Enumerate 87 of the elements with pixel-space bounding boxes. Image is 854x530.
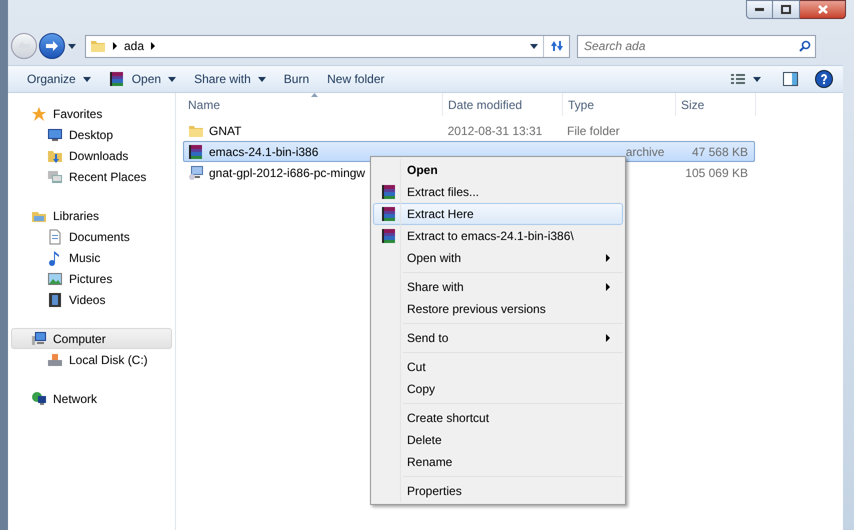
- preview-pane-icon: [782, 72, 798, 86]
- books-stack-icon: [381, 206, 397, 222]
- menu-item[interactable]: Extract to emacs-24.1-bin-i386\: [373, 225, 623, 247]
- file-type: File folder: [566, 122, 620, 140]
- help-button[interactable]: [815, 70, 833, 88]
- date-modified: 2012-08-31 13:31: [448, 124, 542, 138]
- file-name[interactable]: emacs-24.1-bin-i386: [209, 142, 318, 160]
- chevron-right-icon: [151, 42, 156, 50]
- menu-item[interactable]: Share with: [373, 276, 623, 298]
- search-icon: [799, 40, 811, 52]
- list-view-icon: [731, 73, 745, 85]
- recent-places-icon: [47, 168, 63, 184]
- menu-item[interactable]: Open with: [373, 247, 623, 269]
- file-type: archive: [626, 144, 664, 160]
- books-stack-icon: [381, 228, 397, 244]
- file-name[interactable]: gnat-gpl-2012-i686-pc-mingw: [209, 164, 366, 182]
- file-name[interactable]: GNAT: [209, 122, 242, 140]
- caret-down-icon: [68, 44, 76, 48]
- hard-drive-icon: [47, 352, 63, 368]
- toolbar-button[interactable]: Burn: [274, 67, 318, 91]
- file-size: 105 069 KB: [685, 166, 748, 180]
- maximize-icon: [781, 5, 791, 14]
- chevron-right-icon: [606, 254, 610, 262]
- minimize-button[interactable]: [746, 0, 773, 19]
- caret-icon: [82, 76, 91, 82]
- toolbar-button[interactable]: Organize: [18, 67, 100, 91]
- computer-icon: [188, 164, 204, 180]
- caret-icon: [258, 76, 266, 82]
- menu-item[interactable]: Cut: [373, 356, 623, 378]
- maximize-button[interactable]: [773, 0, 800, 19]
- minimize-icon: [755, 8, 764, 11]
- film-icon: [47, 292, 63, 308]
- column-header[interactable]: Type: [563, 93, 676, 116]
- pictures-icon: [47, 270, 63, 286]
- help-icon: [821, 74, 827, 84]
- menu-item[interactable]: Send to: [373, 327, 623, 349]
- close-button[interactable]: [800, 0, 846, 19]
- arrow-right-icon: [46, 41, 58, 51]
- menu-item[interactable]: Open: [373, 159, 623, 181]
- refresh-icon: [550, 40, 564, 52]
- sidebar-item[interactable]: Downloads: [8, 145, 175, 166]
- menu-item[interactable]: Create shortcut: [373, 407, 623, 429]
- chevron-right-icon: [113, 42, 117, 50]
- menu-item[interactable]: Properties: [373, 480, 623, 502]
- document-icon: [47, 228, 63, 244]
- folder-icon: [90, 38, 106, 54]
- sidebar-item[interactable]: Pictures: [8, 268, 175, 289]
- menu-item[interactable]: Restore previous versions: [373, 298, 623, 320]
- menu-item[interactable]: Delete: [373, 429, 623, 451]
- column-header[interactable]: Date modified: [443, 93, 563, 116]
- chevron-right-icon: [606, 283, 610, 291]
- sidebar-item[interactable]: Desktop: [8, 124, 175, 145]
- column-header[interactable]: Size: [676, 93, 756, 116]
- sidebar-item[interactable]: Documents: [8, 226, 175, 247]
- books-stack-icon: [381, 184, 397, 200]
- menu-item[interactable]: Extract Here: [373, 203, 623, 225]
- star-icon: [31, 106, 47, 122]
- menu-item[interactable]: Copy: [373, 378, 623, 400]
- toolbar-button[interactable]: Share with: [185, 67, 275, 91]
- books-stack-icon: [188, 144, 204, 160]
- menu-item[interactable]: Rename: [373, 451, 623, 473]
- caret-down-icon: [530, 44, 538, 48]
- breadcrumb[interactable]: ada: [124, 37, 144, 55]
- caret-icon: [168, 76, 176, 82]
- toolbar-button[interactable]: Open: [100, 67, 186, 91]
- file-size: 47 568 KB: [692, 144, 748, 158]
- chevron-right-icon: [606, 334, 610, 342]
- computer-icon: [31, 330, 47, 346]
- sidebar-group[interactable]: Favorites: [11, 103, 172, 124]
- close-icon: [818, 5, 828, 14]
- forward-button[interactable]: [39, 33, 65, 59]
- address-bar[interactable]: ada: [85, 34, 570, 58]
- sidebar-item[interactable]: Videos: [8, 289, 175, 310]
- sidebar-item[interactable]: Music: [8, 247, 175, 268]
- sidebar-item[interactable]: Recent Places: [8, 166, 175, 187]
- menu-item[interactable]: Extract files...: [373, 181, 623, 203]
- search-field[interactable]: Search ada: [577, 34, 816, 58]
- sidebar-item[interactable]: Local Disk (C:): [8, 349, 175, 370]
- toolbar-button[interactable]: New folder: [318, 67, 394, 91]
- books-stack-icon: [108, 71, 125, 87]
- network-icon: [31, 390, 47, 406]
- recent-pages-button[interactable]: [67, 41, 77, 51]
- sidebar-group[interactable]: Network: [11, 388, 172, 409]
- sidebar-group[interactable]: Computer: [11, 328, 172, 349]
- sidebar-group[interactable]: Libraries: [11, 205, 172, 226]
- caret-icon: [753, 76, 761, 82]
- desktop-icon: [47, 126, 63, 142]
